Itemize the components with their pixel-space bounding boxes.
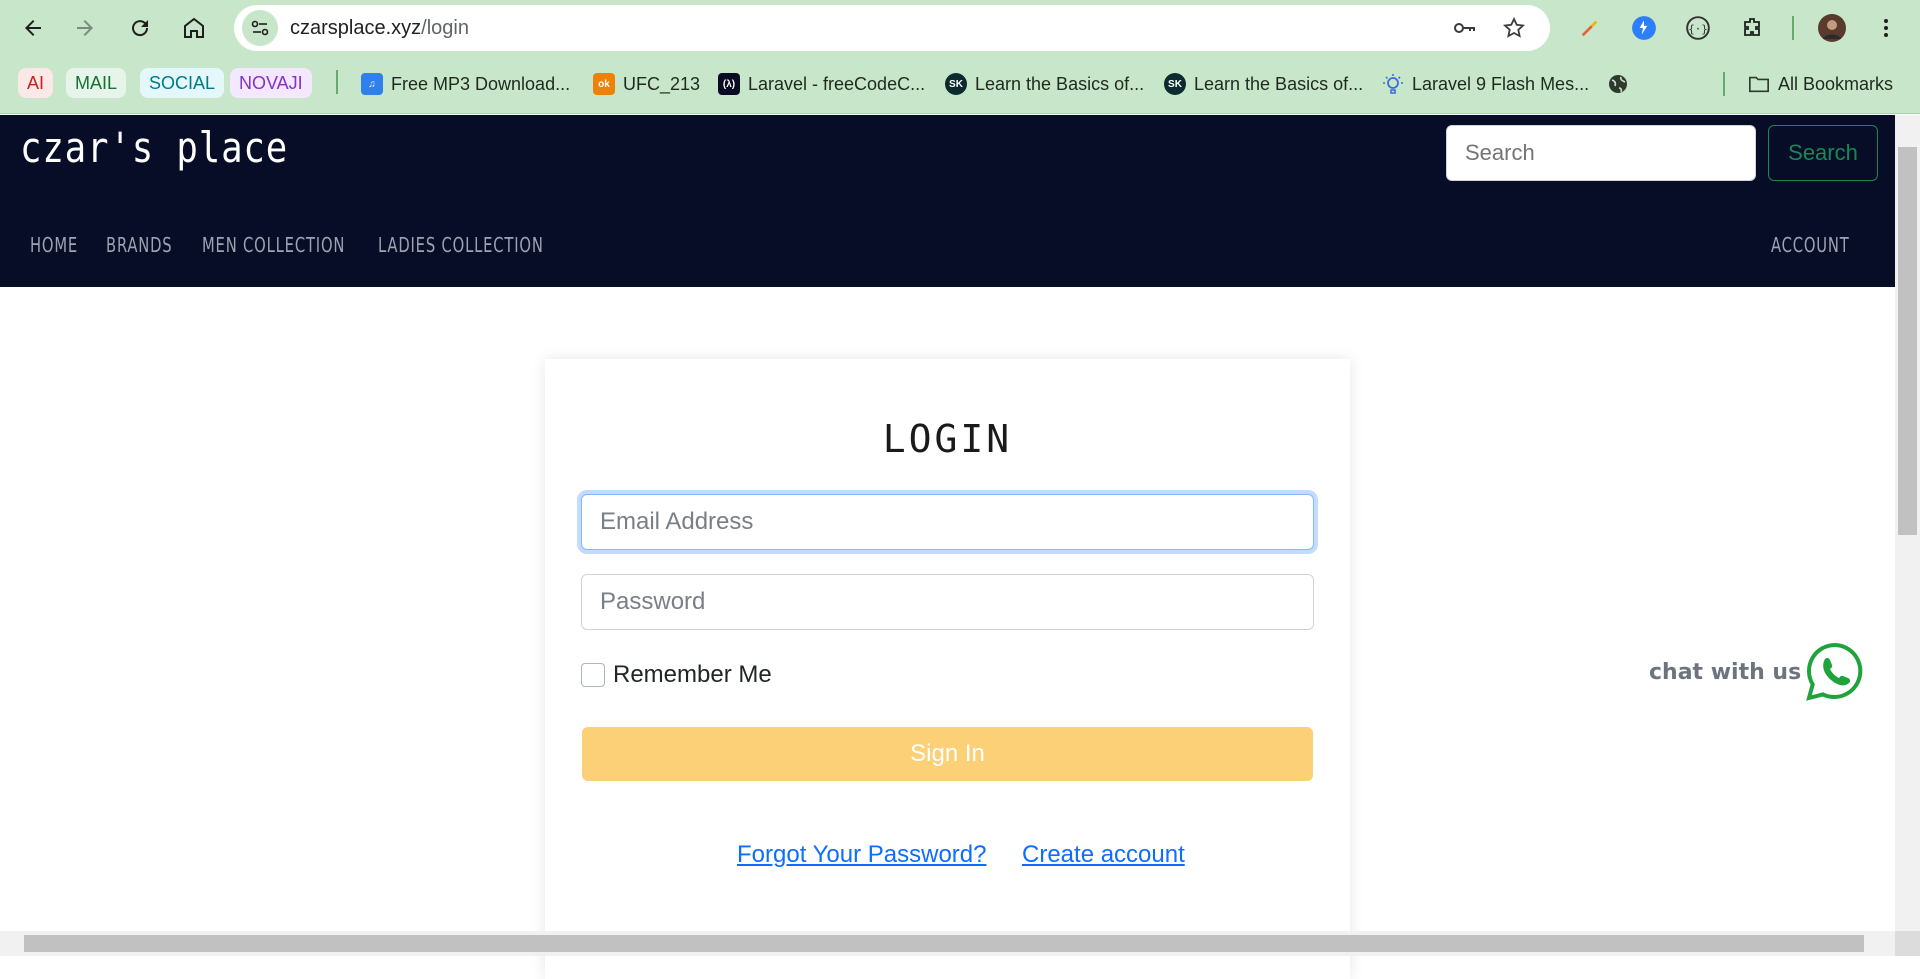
nav-account[interactable]: ACCOUNT bbox=[1771, 233, 1850, 257]
toolbar-divider bbox=[1792, 16, 1794, 40]
all-bookmarks-label: All Bookmarks bbox=[1778, 73, 1894, 94]
forward-button[interactable] bbox=[67, 10, 103, 46]
forward-arrow-icon bbox=[77, 20, 93, 36]
url-text: czarsplace.xyz/login bbox=[290, 17, 469, 39]
vertical-scrollbar[interactable] bbox=[1895, 115, 1920, 931]
nav-brands[interactable]: BRANDS bbox=[106, 233, 172, 257]
sign-in-button[interactable]: Sign In bbox=[582, 727, 1313, 781]
bookmark-label: Learn the Basics of... bbox=[1194, 73, 1364, 94]
horizontal-scroll-thumb[interactable] bbox=[24, 935, 1864, 952]
bookmark-item[interactable]: SK Learn the Basics of... bbox=[945, 70, 1144, 98]
nav-ladies-collection[interactable]: LADIES COLLECTION bbox=[378, 233, 544, 257]
reload-button[interactable] bbox=[122, 10, 158, 46]
freecodecamp-icon: (λ) bbox=[718, 73, 740, 95]
profile-avatar[interactable] bbox=[1818, 14, 1846, 42]
chrome-menu-icon[interactable] bbox=[1872, 14, 1900, 42]
home-icon bbox=[184, 17, 204, 38]
site-settings-icon[interactable] bbox=[242, 10, 278, 46]
bookmark-group-social[interactable]: SOCIAL bbox=[140, 68, 225, 98]
search-button[interactable]: Search bbox=[1768, 125, 1878, 181]
bookmark-item[interactable] bbox=[1607, 70, 1629, 98]
login-card: LOGIN Remember Me Sign In Forgot Your Pa… bbox=[545, 359, 1350, 979]
nav-men-collection[interactable]: MEN COLLECTION bbox=[202, 233, 345, 257]
vertical-scroll-thumb[interactable] bbox=[1898, 147, 1917, 535]
forgot-password-link[interactable]: Forgot Your Password? bbox=[737, 841, 986, 869]
bookmark-item[interactable]: ♫ Free MP3 Download... bbox=[361, 70, 570, 98]
bookmark-label: Free MP3 Download... bbox=[391, 73, 571, 94]
browser-toolbar: czarsplace.xyz/login {·} bbox=[0, 0, 1920, 56]
remember-checkbox[interactable] bbox=[581, 663, 605, 687]
code-extension-icon[interactable]: {·} bbox=[1684, 14, 1712, 42]
music-icon: ♫ bbox=[361, 73, 383, 95]
create-account-link[interactable]: Create account bbox=[1022, 841, 1185, 869]
extensions-puzzle-icon[interactable] bbox=[1738, 14, 1766, 42]
remember-me[interactable]: Remember Me bbox=[581, 661, 772, 689]
bookmark-item[interactable]: ok UFC_213 bbox=[593, 70, 700, 98]
address-bar[interactable]: czarsplace.xyz/login bbox=[234, 5, 1550, 51]
sk-icon: SK bbox=[1164, 73, 1186, 95]
password-field[interactable] bbox=[581, 574, 1314, 630]
nav-home[interactable]: HOME bbox=[30, 233, 78, 257]
bookmark-item[interactable]: SK Learn the Basics of... bbox=[1164, 70, 1363, 98]
email-field[interactable] bbox=[581, 494, 1314, 550]
bookmarks-divider bbox=[1723, 72, 1725, 96]
search-input[interactable] bbox=[1446, 125, 1756, 181]
vpn-extension-icon[interactable] bbox=[1630, 14, 1658, 42]
login-title: LOGIN bbox=[882, 417, 1013, 461]
back-button[interactable] bbox=[15, 10, 51, 46]
bookmark-item[interactable]: (λ) Laravel - freeCodeC... bbox=[718, 70, 925, 98]
bookmark-label: Laravel - freeCodeC... bbox=[748, 73, 926, 94]
folder-icon bbox=[1748, 73, 1770, 95]
whatsapp-icon[interactable] bbox=[1803, 640, 1867, 704]
back-arrow-icon bbox=[25, 20, 41, 36]
globe-icon bbox=[1607, 73, 1629, 95]
site-navbar: czar's place Search HOME BRANDS MEN COLL… bbox=[0, 115, 1895, 287]
chat-with-us-label[interactable]: chat with us bbox=[1649, 660, 1801, 685]
svg-text:{·}: {·} bbox=[1688, 22, 1708, 35]
bulb-icon bbox=[1382, 73, 1404, 95]
bookmarks-divider bbox=[336, 70, 338, 94]
password-key-icon[interactable] bbox=[1452, 16, 1476, 40]
bookmark-group-ai[interactable]: AI bbox=[18, 68, 54, 98]
bookmark-label: Learn the Basics of... bbox=[975, 73, 1145, 94]
site-logo[interactable]: czar's place bbox=[20, 123, 288, 172]
sk-icon: SK bbox=[945, 73, 967, 95]
bookmark-star-icon[interactable] bbox=[1502, 16, 1526, 40]
odnoklassniki-icon: ok bbox=[593, 73, 615, 95]
remember-label: Remember Me bbox=[613, 661, 772, 688]
color-picker-extension-icon[interactable] bbox=[1576, 14, 1604, 42]
reload-icon bbox=[132, 20, 149, 37]
bookmark-group-mail[interactable]: MAIL bbox=[66, 68, 127, 98]
bookmark-label: Laravel 9 Flash Mes... bbox=[1412, 73, 1590, 94]
all-bookmarks-button[interactable]: All Bookmarks bbox=[1748, 70, 1893, 98]
scrollbar-corner bbox=[1895, 931, 1920, 956]
home-button[interactable] bbox=[176, 10, 212, 46]
horizontal-scrollbar[interactable] bbox=[0, 931, 1895, 956]
bookmark-item[interactable]: Laravel 9 Flash Mes... bbox=[1382, 70, 1589, 98]
bookmark-label: UFC_213 bbox=[623, 73, 701, 94]
bookmark-group-novaji[interactable]: NOVAJI bbox=[230, 68, 312, 98]
